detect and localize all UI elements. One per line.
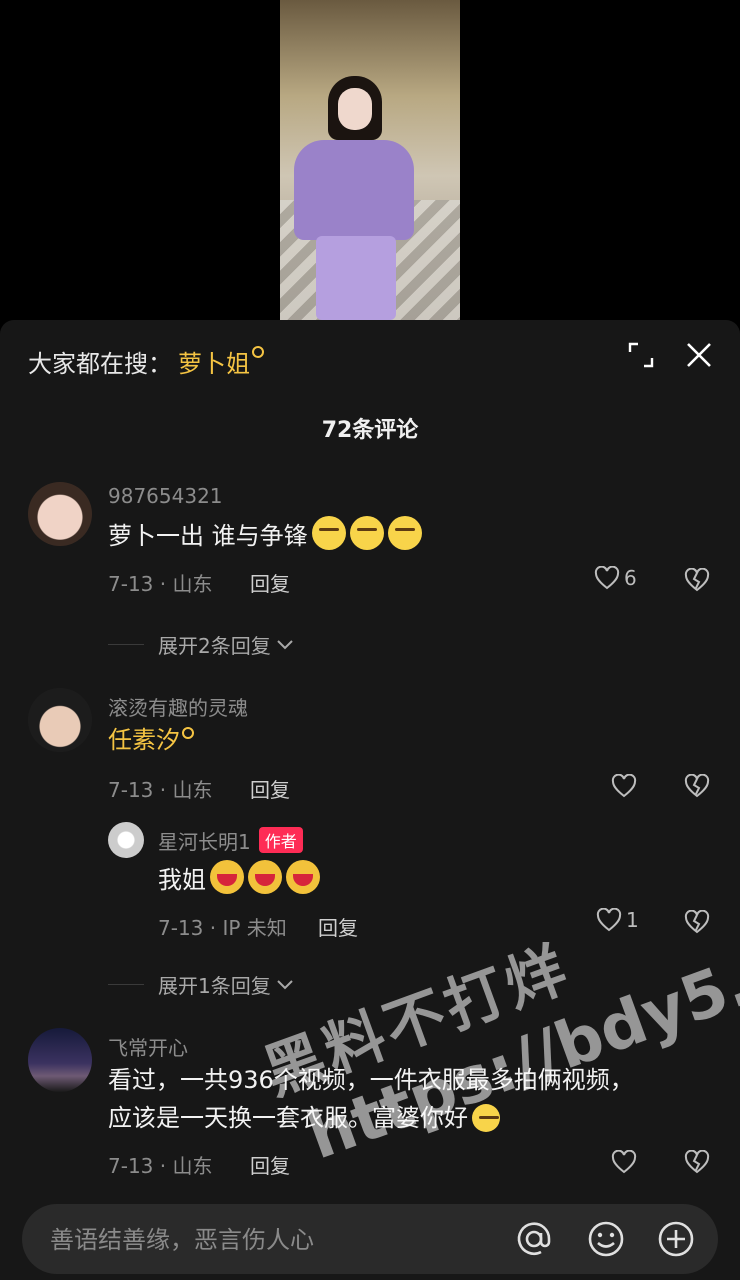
comment-input[interactable] (48, 1204, 472, 1276)
smile-emoji (472, 1104, 500, 1132)
avatar[interactable] (28, 688, 92, 752)
like-count: 6 (624, 566, 637, 590)
comment-text-body: 应该是一天换一套衣服。富婆你好 (108, 1104, 468, 1132)
avatar[interactable] (28, 482, 92, 546)
search-icon (252, 345, 264, 358)
like-button[interactable]: 6 (594, 566, 637, 590)
video-preview[interactable] (280, 0, 460, 320)
trending-search-term[interactable]: 萝卜姐 (178, 344, 250, 379)
comment-text-line: 应该是一天换一套衣服。富婆你好 (108, 1100, 500, 1136)
laughing-emoji (248, 860, 282, 894)
like-button[interactable] (611, 774, 641, 798)
reply-button[interactable]: 回复 (250, 1150, 290, 1179)
comment-username[interactable]: 987654321 (108, 484, 223, 508)
reply-meta: 7-13 · IP 未知 (158, 916, 287, 940)
thinking-emoji (311, 516, 346, 550)
thinking-emoji (349, 516, 384, 550)
author-badge: 作者 (258, 827, 303, 853)
laughing-emoji (286, 860, 320, 894)
expand-replies-label: 展开2条回复 (158, 634, 271, 658)
reply-text-body: 我姐 (158, 866, 206, 894)
expand-replies[interactable]: 展开2条回复 (108, 630, 295, 659)
comment-text[interactable]: 任素汐 (108, 722, 194, 758)
expand-replies-label: 展开1条回复 (158, 974, 271, 998)
comments-sheet: 大家都在搜： 萝卜姐 72条评论 987654321 萝卜一出 谁与争锋 7-1… (0, 320, 740, 1280)
close-icon[interactable] (684, 340, 714, 370)
mention-icon[interactable] (514, 1219, 554, 1259)
comment-text-body: 任素汐 (108, 726, 180, 754)
chevron-down-icon (277, 639, 293, 649)
comment-text-line: 看过，一共936个视频，一件衣服最多拍俩视频， (108, 1066, 634, 1094)
reply-button[interactable]: 回复 (250, 774, 290, 803)
like-button[interactable]: 1 (596, 908, 639, 932)
video-person-blouse (294, 140, 414, 240)
expand-replies[interactable]: 展开1条回复 (108, 970, 295, 999)
heart-icon (596, 908, 622, 932)
divider (108, 644, 144, 645)
fullscreen-icon[interactable] (626, 340, 656, 370)
heart-icon (611, 774, 637, 798)
broken-heart-icon[interactable] (684, 1150, 710, 1174)
comment-username[interactable]: 滚烫有趣的灵魂 (108, 692, 248, 721)
comment-meta: 7-13 · 山东 (108, 572, 213, 596)
emoji-icon[interactable] (586, 1219, 626, 1259)
video-person-skirt (316, 236, 396, 320)
broken-heart-icon[interactable] (684, 774, 710, 798)
comment-meta: 7-13 · 山东 (108, 1154, 213, 1178)
chevron-down-icon (277, 979, 293, 989)
reply-username-row: 星河长明1 作者 (158, 826, 303, 855)
divider (108, 984, 144, 985)
heart-icon (611, 1150, 637, 1174)
search-icon (182, 727, 194, 739)
avatar[interactable] (28, 1028, 92, 1092)
comment-meta: 7-13 · 山东 (108, 778, 213, 802)
trending-search[interactable]: 大家都在搜： 萝卜姐 (28, 344, 264, 379)
comment-text: 萝卜一出 谁与争锋 (108, 516, 422, 554)
video-person-face (338, 88, 372, 130)
reply-button[interactable]: 回复 (250, 568, 290, 597)
trending-search-prefix: 大家都在搜： (28, 350, 172, 378)
reply-button[interactable]: 回复 (318, 912, 358, 941)
add-icon[interactable] (656, 1219, 696, 1259)
laughing-emoji (210, 860, 244, 894)
reply-username[interactable]: 星河长明1 (158, 830, 251, 854)
broken-heart-icon[interactable] (684, 568, 710, 592)
comment-input-bar (22, 1204, 718, 1276)
comment-text-body: 萝卜一出 谁与争锋 (108, 522, 308, 550)
reply-text: 我姐 (158, 860, 320, 898)
heart-icon (594, 566, 620, 590)
comments-count: 72条评论 (321, 418, 419, 443)
thinking-emoji (387, 516, 422, 550)
like-button[interactable] (611, 1150, 641, 1174)
avatar[interactable] (108, 822, 144, 858)
broken-heart-icon[interactable] (684, 910, 710, 934)
like-count: 1 (626, 908, 639, 932)
comment-username[interactable]: 飞常开心 (108, 1032, 188, 1061)
